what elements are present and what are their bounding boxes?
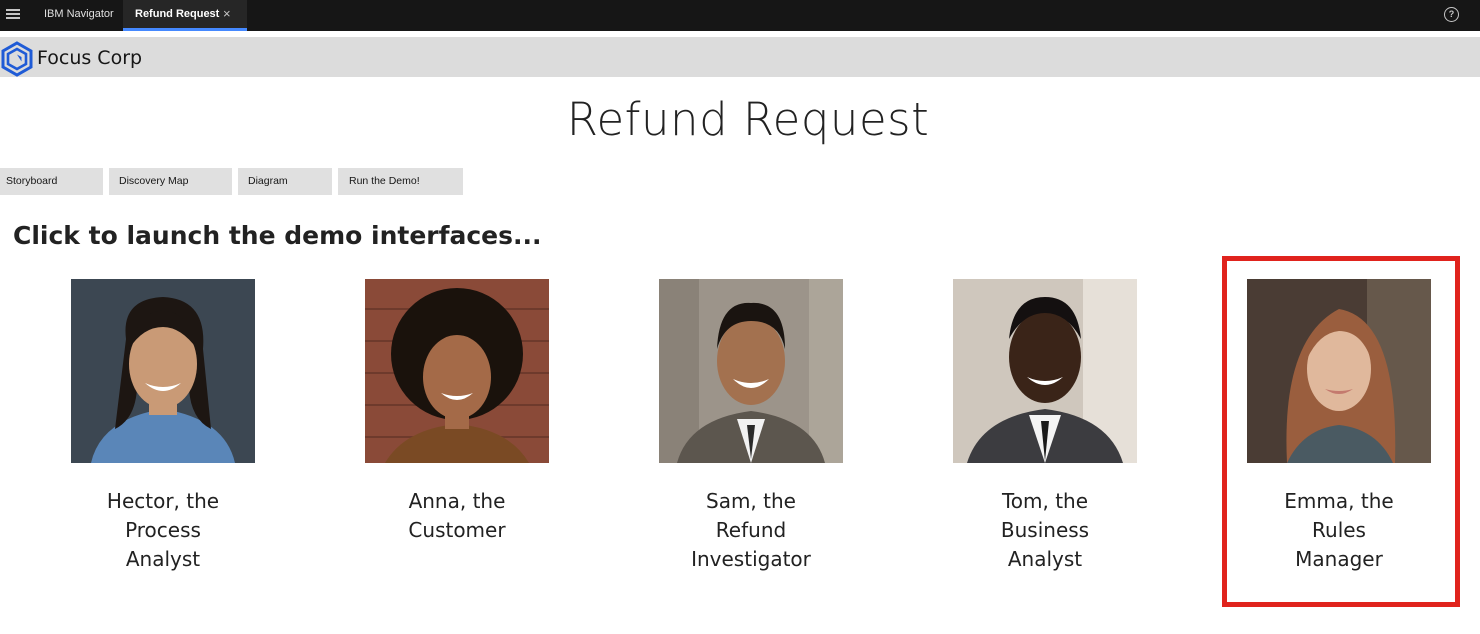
persona-name-line: Sam, the: [706, 489, 796, 513]
sam-portrait[interactable]: [659, 279, 843, 463]
help-icon[interactable]: ?: [1444, 7, 1459, 22]
persona-name-line: Process: [125, 518, 201, 542]
top-navigation-bar: IBM Navigator Refund Request × ?: [0, 0, 1480, 31]
diagram-button[interactable]: Diagram: [238, 168, 332, 195]
highlight-annotation-box: [1222, 256, 1460, 607]
tom-portrait[interactable]: [953, 279, 1137, 463]
hamburger-menu-icon[interactable]: [6, 7, 20, 21]
persona-name-line: Analyst: [125, 547, 201, 571]
persona-name-line: Tom, the: [1001, 489, 1089, 513]
persona-name-line: Refund: [715, 518, 787, 542]
discovery-map-label: Discovery Map: [119, 175, 189, 187]
tab-refund-request[interactable]: Refund Request ×: [123, 0, 247, 31]
persona-name-line: Analyst: [1007, 547, 1083, 571]
brand-header: Focus Corp: [0, 37, 1480, 77]
hector-portrait[interactable]: [71, 279, 255, 463]
tab-label: Refund Request: [135, 8, 220, 20]
persona-name-line: Investigator: [691, 547, 811, 571]
persona-card-sam[interactable]: Sam, the Refund Investigator: [659, 279, 843, 574]
persona-name-line: Customer: [408, 518, 506, 542]
diagram-label: Diagram: [248, 175, 288, 187]
persona-name-line: Anna, the: [408, 489, 506, 513]
persona-name-hector: Hector, the Process Analyst: [53, 487, 273, 574]
storyboard-button[interactable]: Storyboard: [0, 168, 103, 195]
persona-name-tom: Tom, the Business Analyst: [935, 487, 1155, 574]
discovery-map-button[interactable]: Discovery Map: [109, 168, 232, 195]
storyboard-label: Storyboard: [6, 175, 58, 187]
section-heading: Click to launch the demo interfaces...: [13, 221, 542, 250]
close-icon[interactable]: ×: [223, 6, 231, 21]
persona-card-anna[interactable]: Anna, the Customer: [365, 279, 549, 545]
active-tab-indicator: [123, 28, 247, 31]
persona-name-line: Hector, the: [106, 489, 220, 513]
page-title: Refund Request: [566, 93, 930, 146]
run-demo-label: Run the Demo!: [349, 175, 420, 187]
focus-corp-logo-icon: [1, 41, 33, 77]
run-demo-button[interactable]: Run the Demo!: [338, 168, 463, 195]
anna-portrait[interactable]: [365, 279, 549, 463]
persona-card-tom[interactable]: Tom, the Business Analyst: [953, 279, 1137, 574]
app-name[interactable]: IBM Navigator: [44, 8, 114, 20]
persona-name-sam: Sam, the Refund Investigator: [641, 487, 861, 574]
persona-name-line: Business: [1000, 518, 1090, 542]
persona-card-hector[interactable]: Hector, the Process Analyst: [71, 279, 255, 574]
brand-name: Focus Corp: [37, 47, 143, 69]
persona-name-anna: Anna, the Customer: [347, 487, 567, 545]
